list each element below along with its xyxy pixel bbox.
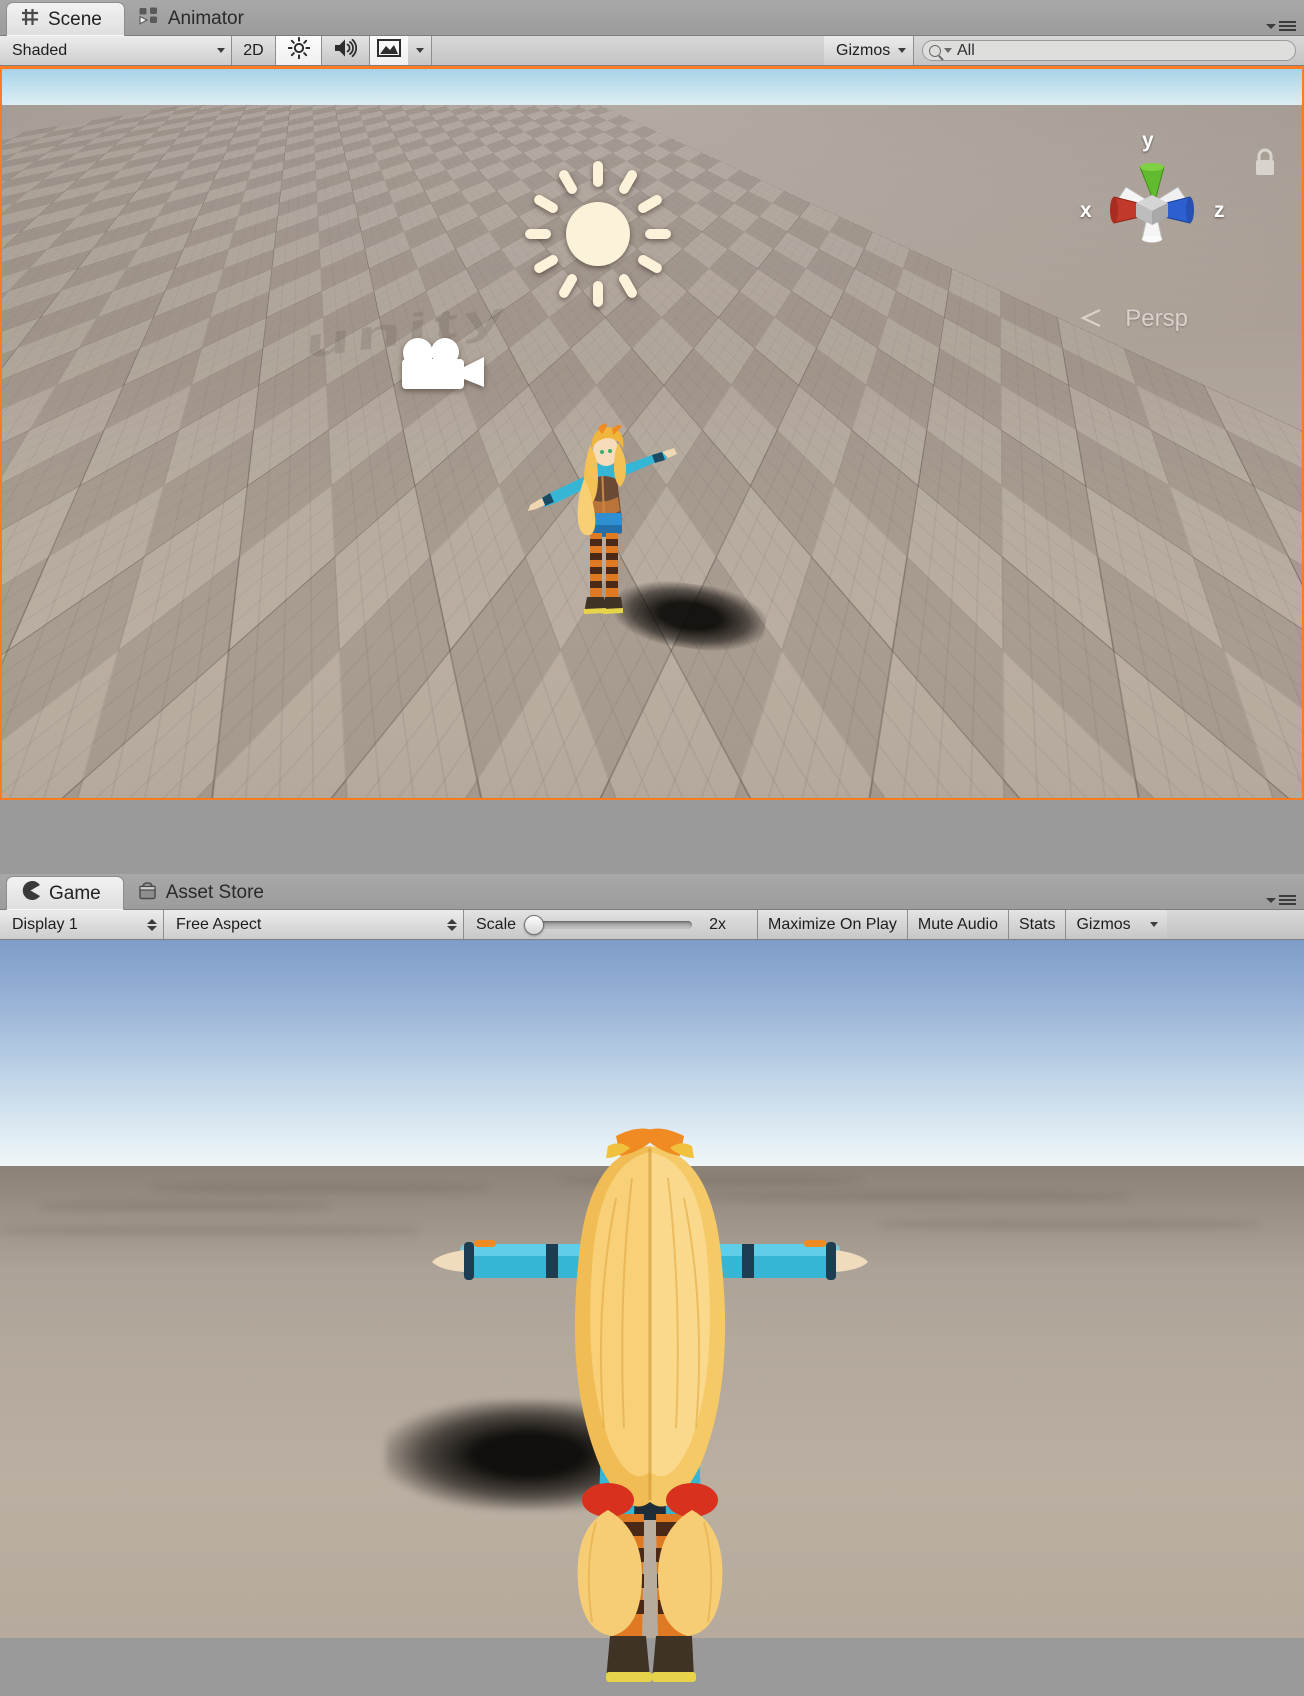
scene-panel-menu-button[interactable] <box>1266 21 1296 31</box>
scale-label: Scale <box>476 915 517 933</box>
projection-label[interactable]: Persp <box>1125 305 1188 333</box>
axis-label-y: y <box>1142 129 1154 152</box>
toolbar-spacer <box>432 36 824 65</box>
hamburger-icon <box>1279 21 1296 31</box>
hamburger-icon <box>1279 895 1296 905</box>
image-effects-icon <box>377 39 401 62</box>
axis-label-z: z <box>1214 199 1225 222</box>
chevron-down-icon <box>898 48 907 53</box>
scale-slider[interactable] <box>524 914 693 935</box>
directional-light-icon[interactable] <box>525 161 671 307</box>
game-tabbar: Game Asset Store <box>0 874 1304 910</box>
stats-label: Stats <box>1018 915 1056 933</box>
search-input[interactable]: All <box>922 40 1296 61</box>
scene-viewport[interactable]: unity y x z Persp <box>0 66 1304 800</box>
toggle-effects-button[interactable] <box>370 36 408 65</box>
game-character-model[interactable] <box>430 1128 870 1696</box>
mute-audio-label: Mute Audio <box>917 915 998 933</box>
tab-scene-label: Scene <box>48 8 102 30</box>
scene-toolbar: Shaded 2D Gizmos All <box>0 36 1304 66</box>
tab-game-label: Game <box>49 882 101 904</box>
mute-audio-button[interactable]: Mute Audio <box>907 910 1009 939</box>
gizmos-label: Gizmos <box>836 41 891 59</box>
tab-scene[interactable]: Scene <box>6 2 125 36</box>
effects-dropdown-button[interactable] <box>408 36 432 65</box>
speaker-icon <box>334 38 358 63</box>
scene-tabbar: Scene Animator <box>0 0 1304 36</box>
search-icon <box>929 44 941 57</box>
aspect-dropdown[interactable]: Free Aspect <box>164 910 464 939</box>
game-gizmos-dropdown-button[interactable] <box>1140 910 1167 939</box>
sun-lighting-icon <box>287 36 310 64</box>
scale-slider-handle[interactable] <box>524 914 545 935</box>
scale-value: 2x <box>709 915 727 933</box>
camera-icon[interactable] <box>396 337 492 393</box>
maximize-on-play-button[interactable]: Maximize On Play <box>758 910 908 939</box>
updown-arrows-icon <box>447 918 457 931</box>
draw-mode-dropdown[interactable]: Shaded <box>0 36 232 65</box>
gizmos-dropdown[interactable]: Gizmos <box>824 36 914 65</box>
maximize-on-play-label: Maximize On Play <box>768 915 897 933</box>
game-panel-menu-button[interactable] <box>1266 895 1296 905</box>
tab-animator-label: Animator <box>167 8 244 29</box>
persp-arrow-icon <box>1080 309 1102 327</box>
tab-asset-store[interactable]: Asset Store <box>124 877 286 909</box>
character-model[interactable] <box>522 421 682 621</box>
axis-label-x: x <box>1080 199 1092 222</box>
scene-axis-gizmo[interactable]: y x z <box>1080 129 1225 267</box>
chevron-down-icon <box>1266 897 1276 903</box>
game-gizmos-button[interactable]: Gizmos <box>1066 910 1141 939</box>
scale-slider-container[interactable]: Scale 2x <box>464 910 758 939</box>
updown-arrows-icon <box>147 918 157 931</box>
display-label: Display 1 <box>12 915 78 933</box>
scene-search-container: All <box>914 36 1304 65</box>
game-gizmos-label: Gizmos <box>1076 915 1131 933</box>
toggle-lighting-button[interactable] <box>276 36 322 65</box>
display-dropdown[interactable]: Display 1 <box>0 910 164 939</box>
chevron-down-icon <box>217 48 225 53</box>
game-toolbar: Display 1 Free Aspect Scale 2x Maximize … <box>0 910 1304 940</box>
toggle-2d-label: 2D <box>243 41 264 59</box>
chevron-down-icon <box>944 48 952 53</box>
chevron-down-icon <box>1149 922 1158 927</box>
stats-button[interactable]: Stats <box>1008 910 1067 939</box>
tab-asset-store-label: Asset Store <box>165 882 264 903</box>
grid-icon <box>21 8 39 32</box>
scene-panel: Scene Animator Shaded 2D Gizmos All unit… <box>0 0 1304 800</box>
animator-nodes-icon <box>139 7 159 31</box>
toggle-audio-button[interactable] <box>322 36 370 65</box>
search-input-value: All <box>957 41 975 59</box>
shopping-bag-icon <box>138 881 157 906</box>
aspect-label: Free Aspect <box>176 915 262 933</box>
tab-game[interactable]: Game <box>6 876 124 910</box>
chevron-down-icon <box>415 48 424 53</box>
chevron-down-icon <box>1266 23 1276 29</box>
draw-mode-label: Shaded <box>12 41 68 59</box>
tab-animator[interactable]: Animator <box>125 3 266 35</box>
lock-icon[interactable] <box>1252 147 1278 177</box>
toggle-2d-button[interactable]: 2D <box>232 36 276 65</box>
game-pacman-icon <box>21 881 40 906</box>
